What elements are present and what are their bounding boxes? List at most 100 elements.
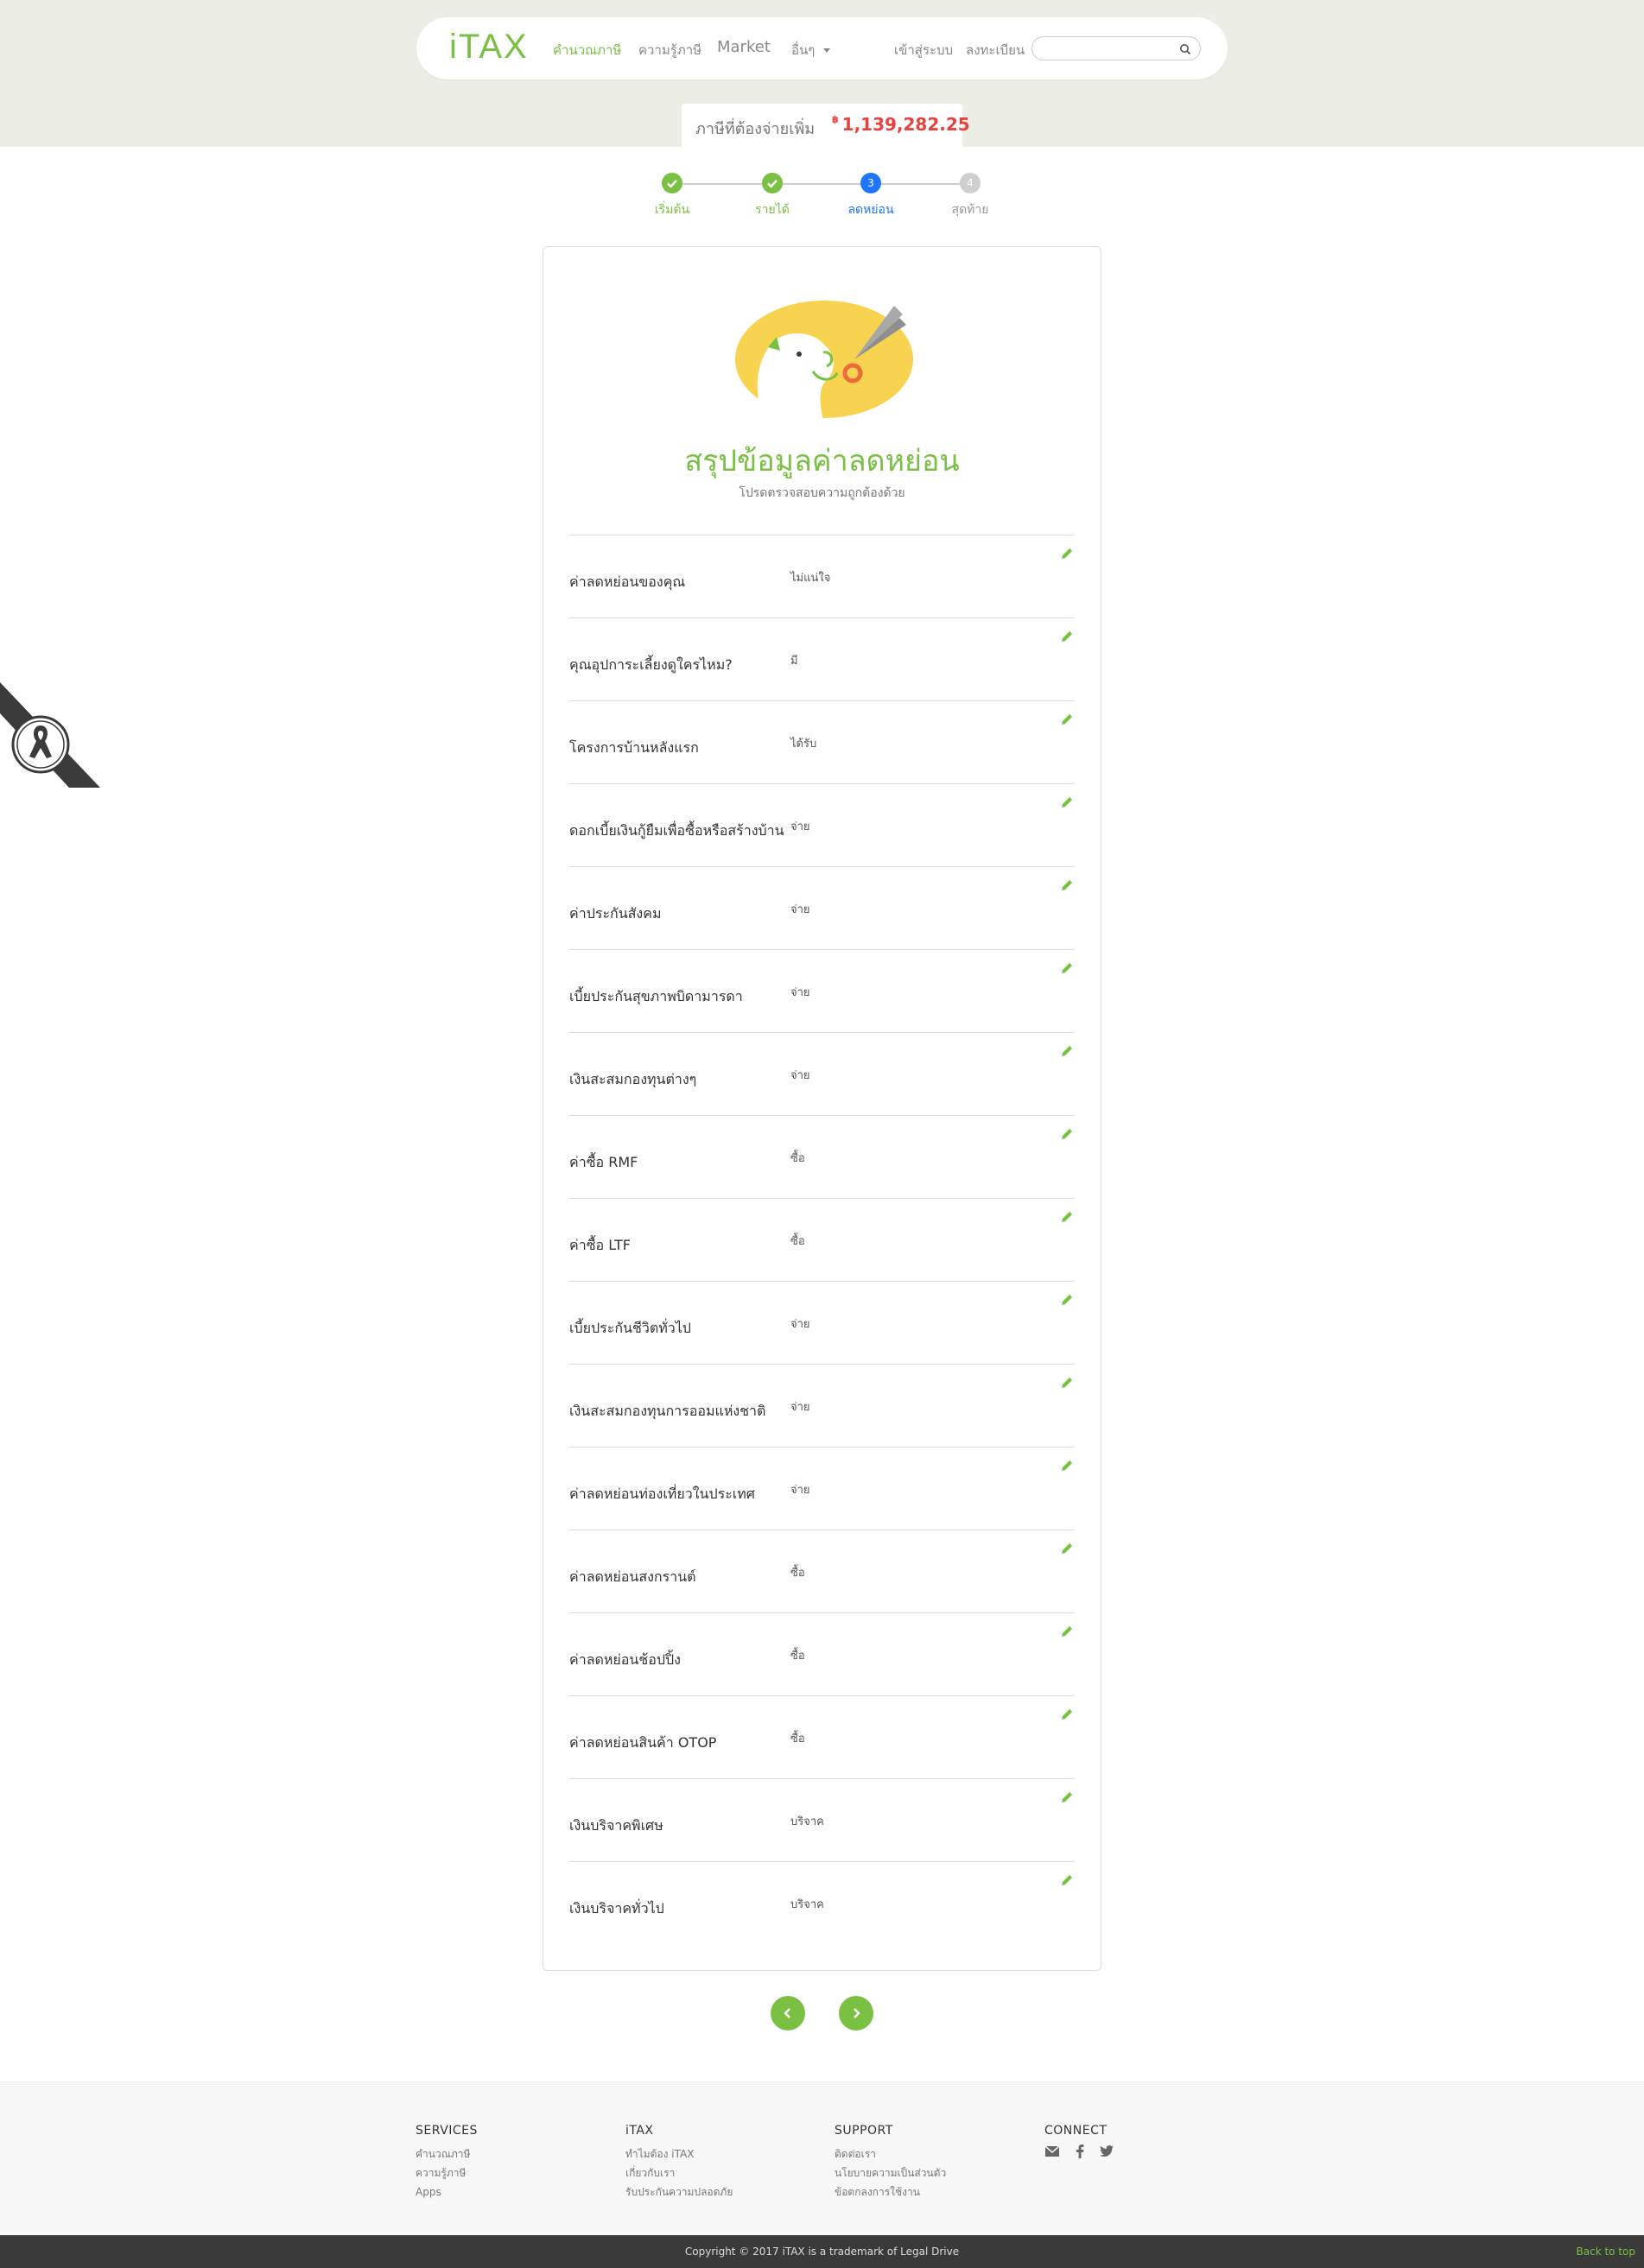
nav-more-dropdown[interactable]: อื่นๆ bbox=[791, 40, 831, 60]
nav-register[interactable]: ลงทะเบียน bbox=[966, 40, 1025, 60]
pencil-edit-icon[interactable] bbox=[1059, 795, 1075, 810]
back-to-top-link[interactable]: Back to top bbox=[1577, 2246, 1635, 2258]
step-2-label[interactable]: รายได้ bbox=[738, 200, 807, 219]
row-label: ค่าซื้อ LTF bbox=[569, 1237, 631, 1253]
row-label: เบี้ยประกันสุขภาพบิดามารดา bbox=[569, 988, 743, 1004]
deduction-row: ค่าซื้อ LTF ซื้อ bbox=[569, 1198, 1075, 1281]
twitter-icon[interactable] bbox=[1100, 2144, 1114, 2162]
row-label: ค่าลดหย่อนช้อปปิ้ง bbox=[569, 1651, 681, 1668]
row-value: บริจาค bbox=[790, 1898, 824, 1911]
deduction-row: เบี้ยประกันชีวิตทั่วไป จ่าย bbox=[569, 1281, 1075, 1364]
row-value: จ่าย bbox=[790, 1069, 810, 1082]
pencil-edit-icon[interactable] bbox=[1059, 1872, 1075, 1888]
pencil-edit-icon[interactable] bbox=[1059, 960, 1075, 976]
row-label: คุณอุปการะเลี้ยงดูใครไหม? bbox=[569, 656, 733, 673]
pencil-edit-icon[interactable] bbox=[1059, 1292, 1075, 1308]
row-label: เงินสะสมกองทุนต่างๆ bbox=[569, 1071, 697, 1087]
row-value: ซื้อ bbox=[790, 1235, 805, 1248]
step-4-number: 4 bbox=[960, 173, 981, 193]
tax-due-amount: ฿ 1,139,282.25 bbox=[832, 114, 970, 135]
row-label: ค่าลดหย่อนของคุณ bbox=[569, 573, 686, 590]
row-value: ได้รับ bbox=[790, 738, 817, 751]
row-label: เงินบริจาคทั่วไป bbox=[569, 1900, 664, 1916]
deduction-row: ค่าลดหย่อนช้อปปิ้ง ซื้อ bbox=[569, 1612, 1075, 1695]
search-box bbox=[1031, 36, 1201, 60]
pencil-edit-icon[interactable] bbox=[1059, 546, 1075, 561]
search-icon[interactable] bbox=[1179, 42, 1191, 59]
row-value: จ่าย bbox=[790, 820, 810, 833]
row-label: เงินสะสมกองทุนการออมแห่งชาติ bbox=[569, 1403, 766, 1419]
footer-heading: SUPPORT bbox=[835, 2124, 893, 2138]
deduction-row: ดอกเบี้ยเงินกู้ยืมเพื่อซื้อหรือสร้างบ้าน… bbox=[569, 783, 1075, 866]
deduction-row: โครงการบ้านหลังแรก ได้รับ bbox=[569, 700, 1075, 783]
nav-login[interactable]: เข้าสู่ระบบ bbox=[894, 40, 953, 60]
pencil-edit-icon[interactable] bbox=[1059, 1375, 1075, 1391]
row-label: ค่าลดหย่อนสินค้า OTOP bbox=[569, 1734, 717, 1751]
summary-subtitle: โปรดตรวจสอบความถูกต้องด้วย bbox=[739, 486, 905, 500]
footer-link[interactable]: คำนวณภาษี bbox=[416, 2144, 478, 2163]
row-label: โครงการบ้านหลังแรก bbox=[569, 739, 699, 756]
deduction-row: เงินบริจาคพิเศษ บริจาค bbox=[569, 1778, 1075, 1861]
pencil-edit-icon[interactable] bbox=[1059, 1541, 1075, 1556]
facebook-icon[interactable] bbox=[1076, 2144, 1084, 2162]
step-1-label[interactable]: เริ่มต้น bbox=[638, 200, 707, 219]
pencil-edit-icon[interactable] bbox=[1059, 1043, 1075, 1059]
nav-knowledge[interactable]: ความรู้ภาษี bbox=[638, 40, 701, 60]
step-2-check-icon[interactable] bbox=[762, 173, 783, 193]
footer-support: SUPPORT ติดต่อเรา นโยบายความเป็นส่วนตัว … bbox=[835, 2124, 946, 2201]
step-3-label: ลดหย่อน bbox=[847, 203, 894, 217]
deduction-row: ค่าซื้อ RMF ซื้อ bbox=[569, 1115, 1075, 1198]
row-label: ดอกเบี้ยเงินกู้ยืมเพื่อซื้อหรือสร้างบ้าน bbox=[569, 822, 784, 839]
pencil-edit-icon[interactable] bbox=[1059, 712, 1075, 727]
footer-link[interactable]: รับประกันความปลอดภัย bbox=[625, 2182, 733, 2201]
nav-market[interactable]: Market bbox=[717, 38, 771, 56]
summary-title: สรุปข้อมูลค่าลดหย่อน bbox=[684, 444, 960, 478]
footer-link[interactable]: Apps bbox=[416, 2182, 478, 2201]
step-3-number: 3 bbox=[860, 173, 881, 193]
itax-logo[interactable]: iTAX bbox=[449, 28, 529, 67]
progress-line bbox=[672, 183, 970, 185]
footer-link[interactable]: ทำไมต้อง iTAX bbox=[625, 2144, 733, 2163]
row-value: จ่าย bbox=[790, 903, 810, 916]
row-label: ค่าประกันสังคม bbox=[569, 905, 662, 922]
tax-due-tab: ภาษีที่ต้องจ่ายเพิ่ม ฿ 1,139,282.25 bbox=[682, 104, 970, 147]
row-value: จ่าย bbox=[790, 1484, 810, 1497]
pencil-edit-icon[interactable] bbox=[1059, 877, 1075, 893]
deduction-row: เงินบริจาคทั่วไป บริจาค bbox=[569, 1861, 1075, 1944]
pencil-edit-icon[interactable] bbox=[1059, 1209, 1075, 1225]
pencil-edit-icon[interactable] bbox=[1059, 1624, 1075, 1639]
row-label: ค่าลดหย่อนท่องเที่ยวในประเทศ bbox=[569, 1486, 755, 1502]
deduction-row: ค่าลดหย่อนของคุณ ไม่แน่ใจ bbox=[569, 535, 1075, 618]
copyright-bar: Copyright © 2017 iTAX is a trademark of … bbox=[0, 2235, 1644, 2268]
footer-link[interactable]: นโยบายความเป็นส่วนตัว bbox=[835, 2163, 946, 2182]
pencil-edit-icon[interactable] bbox=[1059, 1707, 1075, 1722]
mourning-ribbon-badge[interactable] bbox=[0, 682, 104, 788]
tax-due-label: ภาษีที่ต้องจ่ายเพิ่ม bbox=[695, 120, 816, 138]
footer-link[interactable]: เกี่ยวกับเรา bbox=[625, 2163, 733, 2182]
baht-symbol: ฿ bbox=[832, 114, 839, 125]
row-label: เงินบริจาคพิเศษ bbox=[569, 1817, 663, 1834]
pencil-edit-icon[interactable] bbox=[1059, 1126, 1075, 1142]
row-label: เบี้ยประกันชีวิตทั่วไป bbox=[569, 1320, 691, 1336]
footer-services: SERVICES คำนวณภาษี ความรู้ภาษี Apps bbox=[416, 2124, 478, 2201]
next-button[interactable] bbox=[839, 1996, 873, 2030]
footer-link[interactable]: ติดต่อเรา bbox=[835, 2144, 946, 2163]
envelope-icon[interactable] bbox=[1044, 2144, 1060, 2162]
row-value: ซื้อ bbox=[790, 1650, 805, 1663]
pencil-edit-icon[interactable] bbox=[1059, 629, 1075, 644]
search-input[interactable] bbox=[1041, 37, 1171, 60]
step-1-check-icon[interactable] bbox=[662, 173, 682, 193]
footer-heading: SERVICES bbox=[416, 2124, 478, 2138]
nav-calc[interactable]: คำนวณภาษี bbox=[553, 40, 621, 60]
row-value: มี bbox=[790, 655, 798, 668]
footer-link[interactable]: ความรู้ภาษี bbox=[416, 2163, 478, 2182]
caret-down-icon bbox=[823, 48, 831, 53]
row-value: ไม่แน่ใจ bbox=[790, 572, 831, 585]
pencil-edit-icon[interactable] bbox=[1059, 1458, 1075, 1473]
previous-button[interactable] bbox=[771, 1996, 805, 2030]
footer-link[interactable]: ข้อตกลงการใช้งาน bbox=[835, 2182, 946, 2201]
deduction-summary-card: สรุปข้อมูลค่าลดหย่อน โปรดตรวจสอบความถูกต… bbox=[543, 246, 1101, 1971]
footer-itax: iTAX ทำไมต้อง iTAX เกี่ยวกับเรา รับประกั… bbox=[625, 2124, 733, 2201]
pencil-edit-icon[interactable] bbox=[1059, 1790, 1075, 1805]
deduction-row: ค่าประกันสังคม จ่าย bbox=[569, 866, 1075, 949]
